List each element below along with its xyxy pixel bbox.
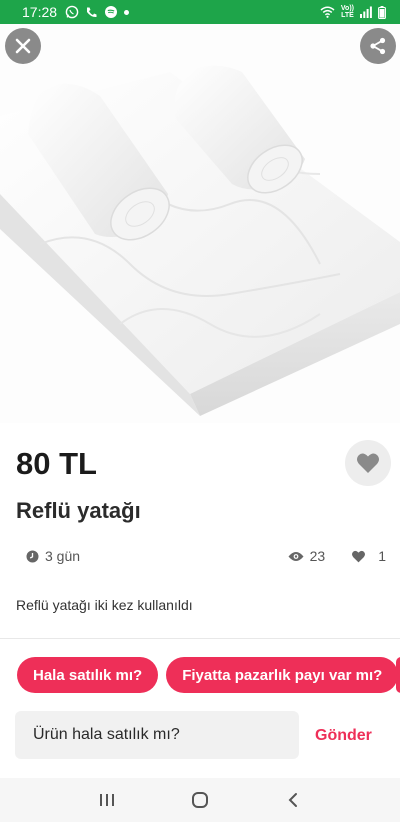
close-icon [15, 38, 31, 54]
quick-reply-chip-partial[interactable] [396, 657, 400, 693]
volte-label: Vo)) [340, 5, 354, 12]
signal-icon [360, 6, 372, 18]
product-image[interactable] [0, 24, 400, 423]
view-count: 23 [288, 548, 326, 564]
favorite-button[interactable] [345, 440, 391, 486]
quick-replies: Hala satılık mı? Fiyatta pazarlık payı v… [17, 657, 399, 693]
back-icon [288, 793, 298, 807]
posted-text: 3 gün [45, 548, 81, 564]
recent-apps-button[interactable] [87, 780, 127, 820]
heart-small-icon [352, 550, 366, 562]
notification-icons [65, 5, 130, 19]
dot-icon [124, 9, 130, 15]
product-price: 80 TL [16, 446, 97, 481]
message-input[interactable]: Ürün hala satılık mı? [15, 711, 299, 759]
eye-icon [288, 551, 304, 561]
views-text: 23 [309, 548, 326, 564]
home-icon [191, 792, 208, 808]
heart-icon [357, 453, 379, 473]
send-button[interactable]: Gönder [315, 727, 372, 745]
status-bar: 17:28 Vo)) LTE [0, 0, 400, 24]
divider [0, 638, 400, 639]
likes-text: 1 [378, 548, 386, 564]
product-meta: 3 gün 23 1 [26, 546, 386, 566]
wifi-icon [320, 6, 335, 18]
lte-label: LTE [341, 12, 354, 19]
product-title: Reflü yatağı [16, 498, 141, 523]
product-description: Reflü yatağı iki kez kullanıldı [16, 597, 193, 613]
posted-date: 3 gün [26, 548, 80, 564]
home-button[interactable] [180, 780, 220, 820]
like-count: 1 [351, 548, 386, 564]
back-button[interactable] [273, 780, 313, 820]
status-time: 17:28 [22, 4, 58, 20]
phone-icon [85, 6, 98, 19]
share-icon [370, 37, 386, 55]
volte-icon: Vo)) LTE [341, 5, 354, 19]
navigation-bar [0, 778, 400, 822]
spotify-icon [104, 5, 118, 19]
product-photo [0, 65, 400, 416]
recent-apps-icon [99, 794, 114, 806]
system-icons: Vo)) LTE [320, 5, 386, 19]
whatsapp-icon [65, 5, 79, 19]
close-button[interactable] [5, 28, 41, 64]
share-button[interactable] [360, 28, 396, 64]
quick-reply-chip[interactable]: Fiyatta pazarlık payı var mı? [166, 657, 399, 693]
quick-reply-chip[interactable]: Hala satılık mı? [17, 657, 159, 693]
clock-icon [26, 550, 39, 562]
battery-icon [378, 5, 386, 19]
